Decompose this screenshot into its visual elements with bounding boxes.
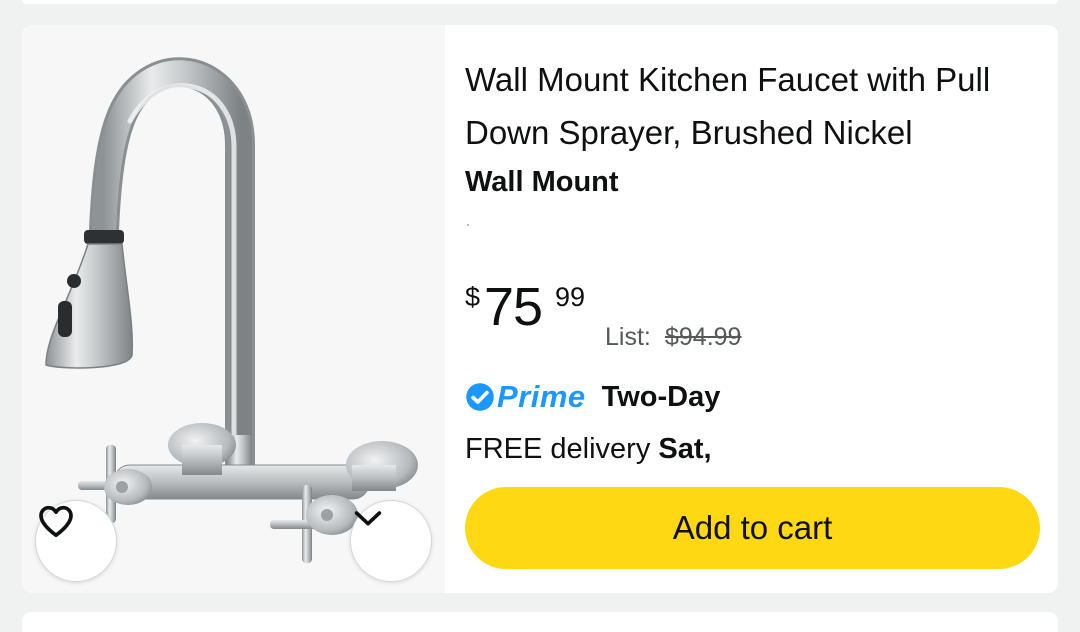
heart-icon bbox=[39, 505, 73, 537]
prime-badge: Prime Two-Day bbox=[465, 377, 1025, 417]
add-to-cart-button[interactable]: Add to cart bbox=[465, 487, 1040, 569]
wishlist-button[interactable] bbox=[35, 500, 117, 582]
rating-placeholder bbox=[467, 224, 469, 226]
delivery-info: FREE delivery Sat, bbox=[465, 429, 712, 469]
list-price: $94.99 bbox=[665, 323, 742, 351]
more-options-button[interactable] bbox=[350, 500, 432, 582]
check-circle-icon bbox=[466, 383, 494, 411]
product-info: Wall Mount Kitchen Faucet with Pull Down… bbox=[465, 25, 1058, 593]
product-image[interactable] bbox=[22, 25, 445, 593]
product-title[interactable]: Wall Mount Kitchen Faucet with Pull Down… bbox=[465, 53, 1035, 159]
price-whole: 75 bbox=[484, 277, 543, 337]
delivery-prefix: FREE delivery bbox=[465, 433, 651, 465]
previous-card-edge bbox=[22, 0, 1058, 4]
delivery-day: Sat, bbox=[658, 433, 712, 465]
prime-speed: Two-Day bbox=[601, 380, 721, 413]
chevron-down-icon bbox=[354, 511, 382, 526]
prime-label: Prime bbox=[497, 379, 586, 414]
next-card-edge bbox=[22, 612, 1058, 632]
price-row: $ 75 99 List: $94.99 bbox=[465, 277, 1025, 351]
product-card[interactable]: Wall Mount Kitchen Faucet with Pull Down… bbox=[22, 25, 1058, 593]
price-fraction: 99 bbox=[555, 282, 586, 312]
product-variant: Wall Mount bbox=[465, 166, 619, 198]
list-price-label: List: bbox=[605, 323, 651, 351]
price-currency: $ bbox=[465, 282, 481, 312]
